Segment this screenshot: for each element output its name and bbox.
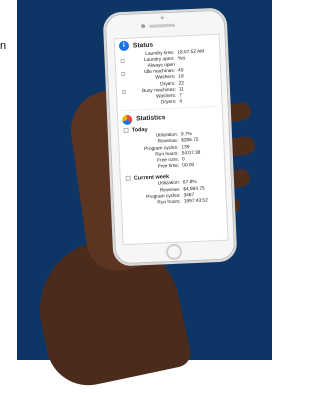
pie-chart-icon <box>121 114 133 125</box>
stray-letter: n <box>0 40 7 52</box>
status-title: Status <box>132 41 154 50</box>
info-icon: i <box>118 40 130 52</box>
phone-speaker <box>149 23 176 28</box>
today-value: 00:00 <box>182 163 195 169</box>
statistics-title: Statistics <box>136 114 166 123</box>
tree-toggle[interactable] <box>123 127 129 134</box>
phone-dot <box>160 16 164 20</box>
week-value: 1997:43:52 <box>183 198 208 205</box>
status-value: 4 <box>179 99 183 105</box>
status-value <box>178 63 216 65</box>
week-label: Run hours: <box>157 199 181 206</box>
tree-toggle[interactable] <box>125 176 131 182</box>
phone-screen: i Status Laundry time: 18:07:52 AM Laund… <box>113 33 229 246</box>
tree-toggle[interactable] <box>120 59 125 64</box>
today-label: Free time: <box>157 163 180 170</box>
today-title: Today <box>131 126 148 134</box>
phone: i Status Laundry time: 18:07:52 AM Laund… <box>102 7 238 267</box>
left-white-strip <box>0 0 17 367</box>
status-label: Dryers: <box>160 99 177 106</box>
phone-camera <box>141 23 146 29</box>
tree-toggle[interactable] <box>121 90 127 95</box>
home-button[interactable] <box>165 243 183 261</box>
tree-toggle[interactable] <box>121 71 126 76</box>
